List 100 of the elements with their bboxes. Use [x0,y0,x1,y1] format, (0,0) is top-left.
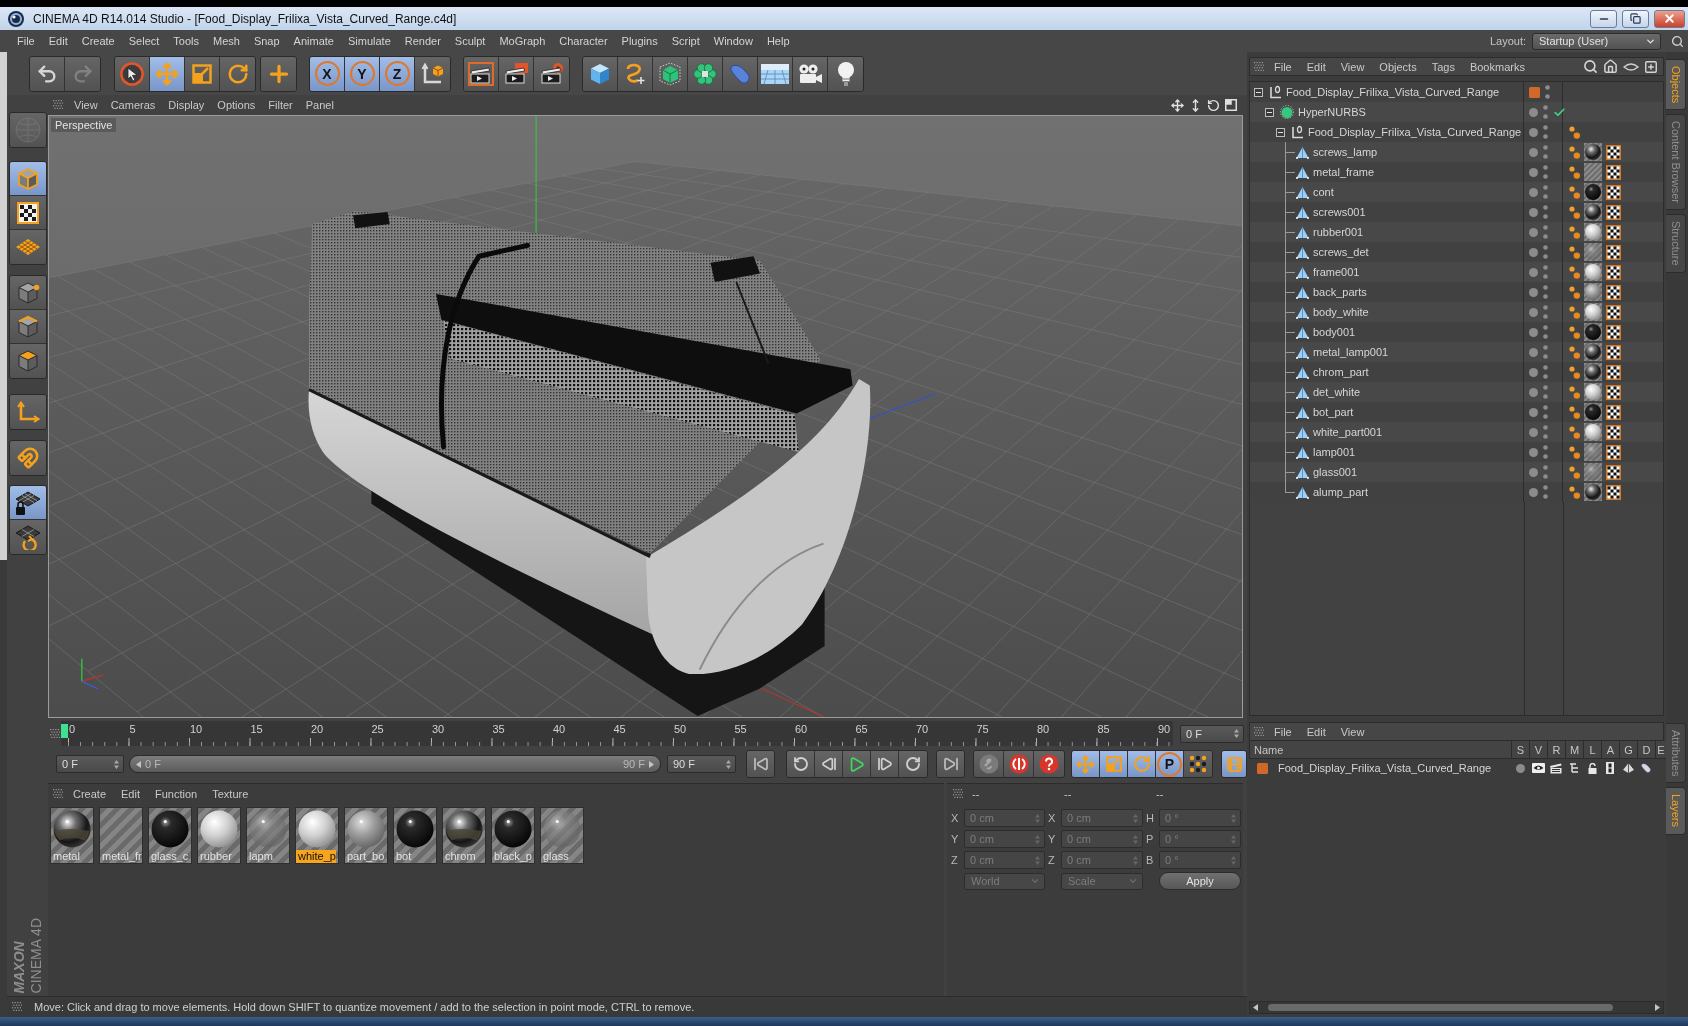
render-view-button[interactable] [464,56,499,91]
next-frame-button[interactable] [871,751,899,777]
y-axis-button[interactable]: Y [345,56,380,91]
checker-tag-icon[interactable] [1606,224,1621,240]
dots-tag-icon[interactable] [1569,225,1580,239]
material-tile[interactable]: glass_c [148,807,192,864]
dots-tag-icon[interactable] [1569,125,1580,139]
point-level-button[interactable] [1184,751,1212,777]
z-axis-button[interactable]: Z [380,56,415,91]
dots-tag-icon[interactable] [1569,485,1580,499]
dots-tag-icon[interactable] [1569,385,1580,399]
object-row[interactable]: body_white [1250,302,1663,322]
dots-tag-icon[interactable] [1569,265,1580,279]
material-tag-icon[interactable] [1584,403,1602,421]
material-tile[interactable]: white_p [295,807,339,864]
transform-tool-button[interactable] [261,56,296,91]
minimize-button[interactable] [1590,9,1617,28]
checker-tag-icon[interactable] [1606,424,1621,440]
dots-tag-icon[interactable] [1569,205,1580,219]
material-tag-icon[interactable] [1584,483,1602,501]
panel-grip-icon[interactable] [1254,61,1264,72]
panel-grip-icon[interactable] [53,789,63,799]
object-row[interactable]: frame001 [1250,262,1663,282]
spinner-arrows-icon[interactable] [1234,729,1239,738]
visibility-dots-icon[interactable] [1543,165,1548,179]
rotate-tool-button[interactable] [220,56,255,91]
checker-tag-icon[interactable] [1606,364,1621,380]
dots-tag-icon[interactable] [1569,185,1580,199]
menu-item[interactable]: Objects [1379,60,1417,73]
status-dot-icon[interactable] [1529,127,1538,137]
menu-item[interactable]: Script [671,35,700,47]
minus-box-icon[interactable] [1265,107,1274,117]
status-dot-icon[interactable] [1529,207,1538,217]
minus-box-icon[interactable] [1276,127,1285,137]
start-frame-field[interactable]: 0 F [56,755,124,773]
camera-object-button[interactable] [793,56,828,91]
menu-item[interactable]: Function [155,788,198,800]
film-strip-icon[interactable] [1606,762,1614,774]
left-arrow-icon[interactable] [136,760,141,768]
checker-tag-icon[interactable] [1606,244,1621,260]
checker-tag-icon[interactable] [1606,384,1621,400]
render-settings-button[interactable] [534,56,569,91]
object-row[interactable]: white_part001 [1250,422,1663,442]
restore-button[interactable] [1622,9,1649,28]
visibility-dots-icon[interactable] [1545,85,1550,99]
visibility-dots-icon[interactable] [1543,445,1548,459]
layer-row[interactable]: Food_Display_Frilixa_Vista_Curved_Range [1249,759,1664,777]
scale-tool-button[interactable] [185,56,220,91]
polygons-mode-button[interactable] [10,344,46,378]
visibility-dots-icon[interactable] [1543,225,1548,239]
menu-item[interactable]: Filter [268,99,293,111]
status-dot-icon[interactable] [1529,307,1538,317]
material-tag-icon[interactable] [1584,143,1602,161]
window-icon[interactable] [1225,99,1237,111]
visibility-dots-icon[interactable] [1543,185,1548,199]
material-tag-icon[interactable] [1584,303,1602,321]
check-icon[interactable] [1553,105,1566,119]
menu-item[interactable]: Edit [1306,60,1326,73]
visibility-dots-icon[interactable] [1543,305,1548,319]
panel-grip-icon[interactable] [50,728,60,739]
checker-tag-icon[interactable] [1606,304,1621,320]
status-dot-icon[interactable] [1529,107,1538,117]
visibility-dots-icon[interactable] [1543,405,1548,419]
checker-tag-icon[interactable] [1606,324,1621,340]
status-dot-icon[interactable] [1529,287,1538,297]
render-picture-viewer-button[interactable] [499,56,534,91]
object-row[interactable]: det_white [1250,382,1663,402]
rotation-key-button[interactable] [1128,751,1156,777]
eye-icon[interactable] [1623,61,1639,72]
playhead-handle[interactable] [61,724,68,738]
material-tag-icon[interactable] [1584,323,1602,341]
panel-grip-icon[interactable] [1254,726,1264,737]
visibility-dots-icon[interactable] [1543,285,1548,299]
help-button[interactable] [1034,751,1064,777]
status-dot-icon[interactable] [1529,407,1538,417]
menu-item[interactable]: Bookmarks [1469,60,1525,73]
status-dot-icon[interactable] [1529,167,1538,177]
panel-grip-icon[interactable] [953,789,963,799]
material-tag-icon[interactable] [1584,343,1602,361]
material-tag-icon[interactable] [1584,423,1602,441]
clapperboard-icon[interactable] [1550,762,1562,774]
undo-button[interactable] [30,56,65,91]
panel-grip-icon[interactable] [12,1002,22,1012]
menu-item[interactable]: Texture [212,788,249,800]
grid-rotate-button[interactable] [10,520,46,554]
visibility-dots-icon[interactable] [1543,425,1548,439]
status-dot-icon[interactable] [1529,427,1538,437]
material-tag-icon[interactable] [1584,363,1602,381]
axis-mode-button[interactable] [10,395,46,429]
menu-item[interactable]: View [1340,725,1365,738]
checker-tag-icon[interactable] [1606,164,1621,180]
material-tag-icon[interactable] [1584,223,1602,241]
dots-tag-icon[interactable] [1569,145,1580,159]
selection-tool-button[interactable] [115,56,150,91]
play-button[interactable] [843,751,871,777]
pyramid-icon[interactable] [1621,762,1635,774]
scale-key-button[interactable] [1100,751,1128,777]
next-key-button[interactable] [899,751,927,777]
spinner-arrows-icon[interactable] [726,759,731,769]
edges-mode-button[interactable] [10,310,46,344]
